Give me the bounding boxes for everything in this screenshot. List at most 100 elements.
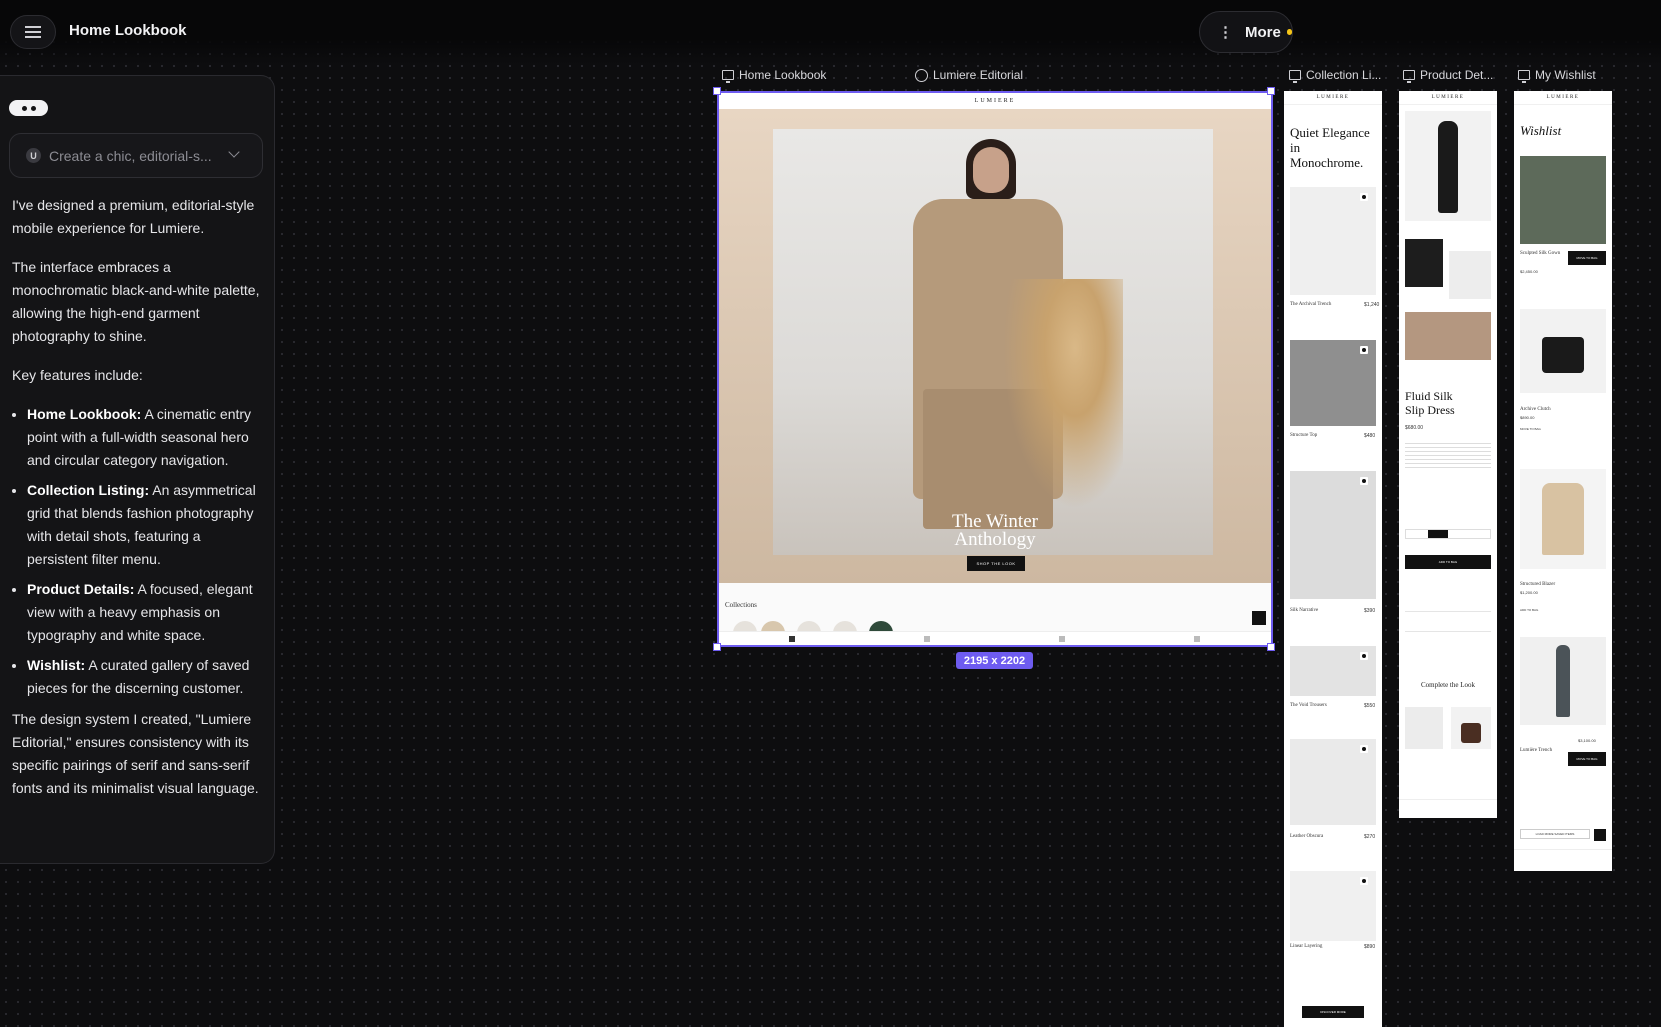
typing-indicator: [9, 100, 48, 116]
resize-handle[interactable]: [1267, 643, 1275, 651]
list-item: Wishlist: A curated gallery of saved pie…: [27, 654, 262, 700]
heart-icon[interactable]: [1360, 477, 1368, 485]
hero-title: The Winter Anthology: [952, 511, 1038, 550]
move-to-bag-button[interactable]: MOVE TO BAG: [1568, 752, 1606, 766]
shop-the-look-button[interactable]: SHOP THE LOOK: [967, 556, 1025, 571]
hero-section: The Winter Anthology SHOP THE LOOK: [719, 109, 1271, 583]
brand-logo: LUMIERE: [1284, 91, 1382, 105]
chevron-down-icon: [228, 146, 240, 158]
product-price: $890: [1364, 944, 1376, 950]
add-to-bag-link[interactable]: ADD TO BAG: [1520, 608, 1538, 612]
product-image[interactable]: [1405, 707, 1443, 749]
move-to-bag-link[interactable]: MOVE TO BAG: [1520, 427, 1541, 431]
message-palette: The interface embraces a monochromatic b…: [12, 259, 260, 344]
resize-handle[interactable]: [713, 87, 721, 95]
wishlist-title: Wishlist: [1520, 123, 1562, 138]
product-price: $550: [1364, 703, 1376, 709]
hero-image: [773, 129, 1213, 555]
top-bar: Home Lookbook ⋮ More: [0, 0, 1661, 64]
divider: [1405, 611, 1491, 612]
message-closing: The design system I created, "Lumiere Ed…: [12, 711, 259, 796]
hamburger-icon: [25, 31, 41, 33]
add-to-bag-button[interactable]: ADD TO BAG: [1405, 555, 1491, 569]
wishlist-image[interactable]: [1520, 469, 1606, 569]
product-thumbnail[interactable]: [1405, 312, 1491, 360]
item-price: $2,450.00: [1520, 269, 1538, 274]
frame-label-design-system[interactable]: Lumiere Editorial: [915, 68, 1023, 82]
item-price: $3,100.00: [1578, 738, 1596, 743]
profile-icon[interactable]: [1194, 636, 1200, 642]
more-button[interactable]: ⋮ More: [1199, 11, 1293, 53]
product-image[interactable]: [1290, 471, 1376, 599]
heart-icon[interactable]: [1059, 636, 1065, 642]
chat-panel: U Create a chic, editorial-s... I've des…: [0, 75, 275, 864]
product-image[interactable]: [1290, 187, 1376, 295]
home-lookbook-frame[interactable]: LUMIERE The Winter Anthology SHOP THE LO…: [717, 91, 1273, 647]
item-name: Structured Blazer: [1520, 582, 1556, 587]
item-name: Sculpted Silk Gown: [1520, 251, 1561, 256]
discover-more-button[interactable]: DISCOVER MORE: [1302, 1006, 1364, 1018]
move-to-bag-button[interactable]: MOVE TO BAG: [1568, 251, 1606, 265]
frame-label-wishlist[interactable]: My Wishlist: [1518, 68, 1596, 83]
product-thumbnail[interactable]: [1449, 251, 1491, 299]
wishlist-frame[interactable]: LUMIERE Wishlist Sculpted Silk Gown $2,4…: [1514, 91, 1612, 871]
product-price: $480: [1364, 433, 1376, 439]
product-details-frame[interactable]: LUMIERE Fluid Silk Slip Dress $680.00 AD…: [1399, 91, 1497, 818]
features-list: Home Lookbook: A cinematic entry point w…: [12, 403, 262, 700]
load-more-button[interactable]: LOAD MORE SAVED ITEMS: [1520, 829, 1590, 839]
home-icon[interactable]: [789, 636, 795, 642]
heart-icon[interactable]: [1360, 745, 1368, 753]
brand-logo: LUMIERE: [719, 93, 1271, 109]
resize-handle[interactable]: [713, 643, 721, 651]
item-price: $890.00: [1520, 415, 1535, 420]
frame-size-badge: 2195 x 2202: [956, 652, 1033, 669]
brand-logo: LUMIERE: [1399, 91, 1497, 105]
filter-button[interactable]: [1252, 611, 1266, 625]
menu-button[interactable]: [10, 15, 56, 49]
product-thumbnail[interactable]: [1405, 239, 1443, 287]
wishlist-image[interactable]: [1520, 637, 1606, 725]
brand-logo: LUMIERE: [1514, 91, 1612, 105]
frame-label-home[interactable]: Home Lookbook: [722, 68, 826, 83]
product-price: $680.00: [1405, 425, 1424, 431]
bottom-tab-bar: [1514, 849, 1612, 871]
prompt-selector[interactable]: U Create a chic, editorial-s...: [9, 133, 263, 178]
wishlist-image[interactable]: [1520, 309, 1606, 393]
palette-icon: [915, 68, 928, 82]
product-name: The Void Trousers: [1290, 703, 1327, 708]
screen-icon: [1518, 70, 1530, 83]
product-image[interactable]: [1405, 111, 1491, 221]
product-name: Linear Layering: [1290, 944, 1323, 949]
chat-message: I've designed a premium, editorial-style…: [12, 194, 262, 816]
page-title: Home Lookbook: [69, 22, 187, 39]
product-title: Fluid Silk Slip Dress: [1405, 389, 1455, 417]
list-item: Collection Listing: An asymmetrical grid…: [27, 479, 262, 571]
product-price: $390: [1364, 608, 1376, 614]
wishlist-image[interactable]: [1520, 156, 1606, 244]
frame-label-product[interactable]: Product Det...: [1403, 68, 1493, 83]
list-item: Product Details: A focused, elegant view…: [27, 578, 262, 647]
screen-icon: [1289, 70, 1301, 83]
product-name: The Archival Trench: [1290, 302, 1332, 307]
scroll-top-button[interactable]: [1594, 829, 1606, 841]
heart-icon[interactable]: [1360, 193, 1368, 201]
product-image[interactable]: [1451, 707, 1491, 749]
more-label: More: [1245, 23, 1281, 41]
heart-icon[interactable]: [1360, 877, 1368, 885]
size-selector[interactable]: [1405, 529, 1491, 539]
product-description: [1405, 443, 1491, 469]
item-name: Lumière Trench: [1520, 748, 1553, 753]
resize-handle[interactable]: [1267, 87, 1275, 95]
search-icon[interactable]: [924, 636, 930, 642]
heart-icon[interactable]: [1360, 652, 1368, 660]
product-price: $1,240: [1364, 302, 1380, 308]
message-intro: I've designed a premium, editorial-style…: [12, 197, 255, 236]
product-name: Silk Narrative: [1290, 608, 1319, 613]
heart-icon[interactable]: [1360, 346, 1368, 354]
item-price: $1,200.00: [1520, 590, 1538, 595]
collection-listing-frame[interactable]: LUMIERE Quiet Elegance in Monochrome. Th…: [1284, 91, 1382, 1027]
prompt-text: Create a chic, editorial-s...: [49, 147, 212, 164]
frame-label-collection[interactable]: Collection Li...: [1289, 68, 1381, 83]
product-name: Leather Obscura: [1290, 834, 1324, 839]
product-name: Structure Top: [1290, 433, 1318, 438]
